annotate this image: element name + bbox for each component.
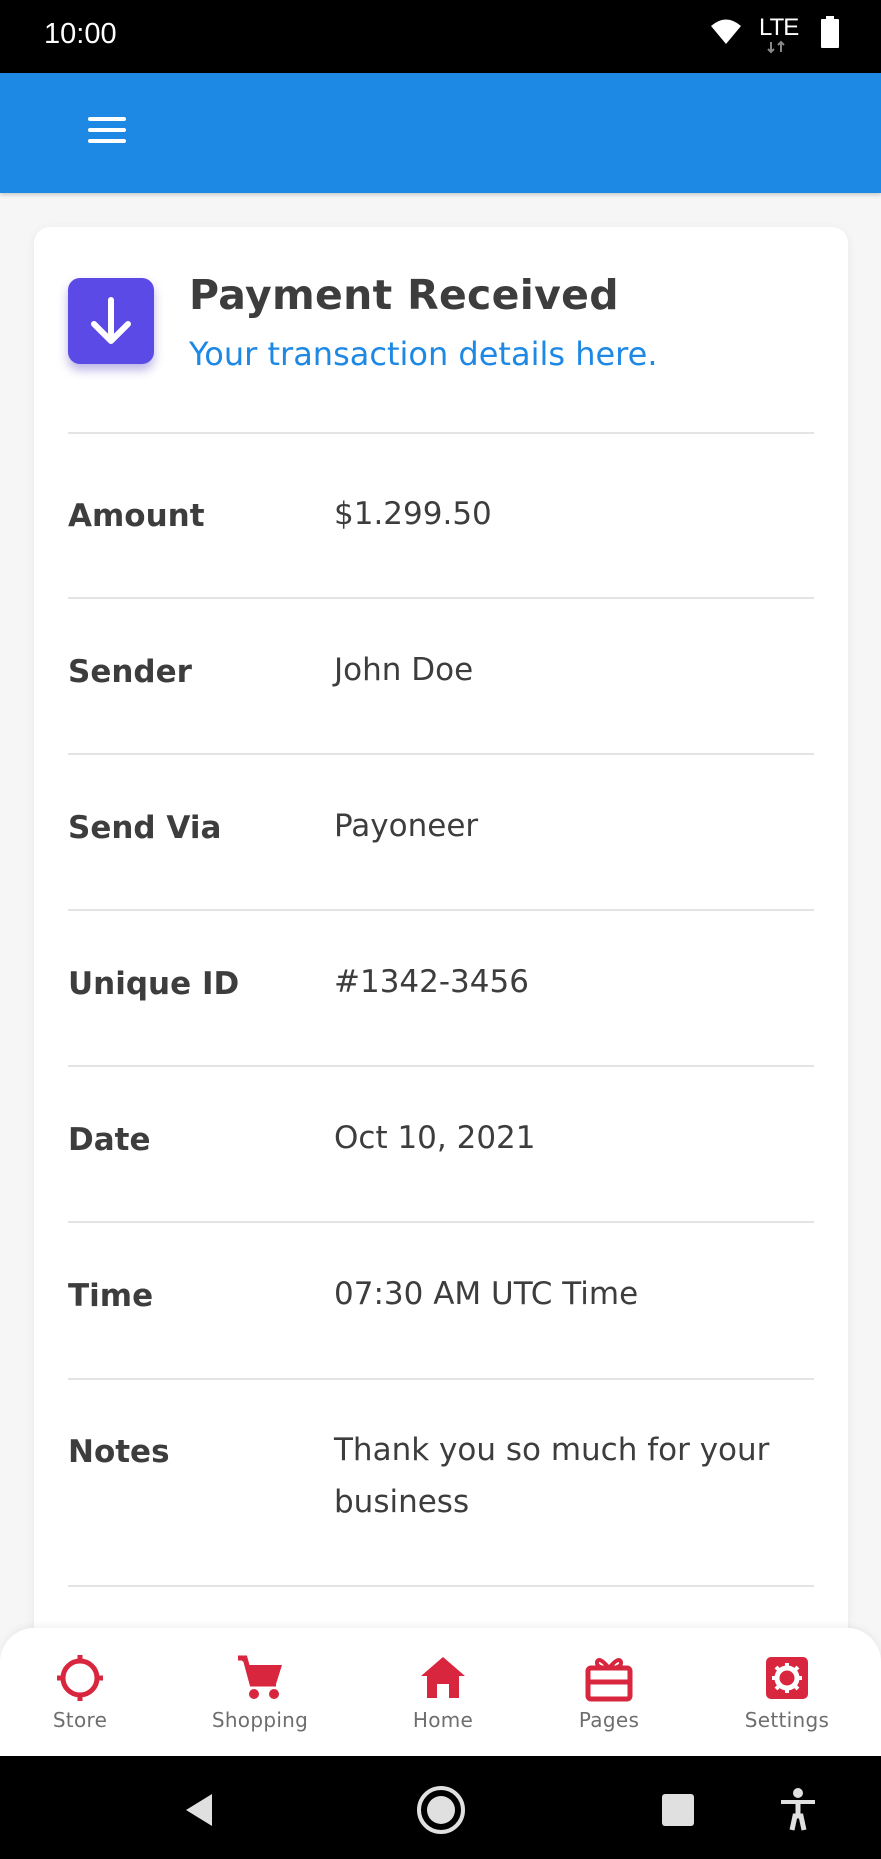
notes-value: Thank you so much for your business bbox=[334, 1432, 770, 1520]
divider bbox=[68, 1585, 814, 1587]
nav-label-store: Store bbox=[52, 1708, 108, 1732]
divider bbox=[68, 909, 814, 911]
send-via-value: Payoneer bbox=[334, 808, 479, 844]
lte-signal-icon: LTE bbox=[759, 14, 803, 58]
recents-icon[interactable] bbox=[648, 1782, 708, 1838]
accessibility-icon[interactable] bbox=[768, 1782, 828, 1838]
card-title: Payment Received bbox=[189, 271, 619, 319]
crosshair-icon bbox=[56, 1654, 104, 1702]
home-circle-icon[interactable] bbox=[411, 1782, 471, 1838]
nav-item-shopping[interactable]: Shopping bbox=[195, 1654, 325, 1750]
bottom-nav: Store Shopping Home Pages Settings bbox=[0, 1628, 881, 1756]
date-value: Oct 10, 2021 bbox=[334, 1120, 536, 1156]
status-icons: LTE bbox=[709, 14, 841, 58]
hamburger-menu-icon[interactable] bbox=[88, 113, 134, 153]
nav-label-pages: Pages bbox=[578, 1708, 640, 1732]
sender-label: Sender bbox=[68, 654, 192, 690]
status-time: 10:00 bbox=[44, 18, 117, 50]
nav-item-pages[interactable]: Pages bbox=[544, 1654, 674, 1750]
time-value: 07:30 AM UTC Time bbox=[334, 1276, 639, 1312]
divider bbox=[68, 753, 814, 755]
card-header: Payment Received Your transaction detail… bbox=[34, 227, 848, 434]
time-label: Time bbox=[68, 1278, 154, 1314]
date-label: Date bbox=[68, 1122, 151, 1158]
amount-value: $1.299.50 bbox=[334, 496, 492, 532]
send-via-label: Send Via bbox=[68, 810, 222, 846]
nav-label-shopping: Shopping bbox=[211, 1708, 309, 1732]
divider bbox=[68, 432, 814, 434]
gift-icon bbox=[585, 1654, 633, 1702]
nav-item-home[interactable]: Home bbox=[378, 1654, 508, 1750]
divider bbox=[68, 597, 814, 599]
back-icon[interactable] bbox=[170, 1782, 230, 1838]
nav-label-home: Home bbox=[412, 1708, 474, 1732]
settings-icon bbox=[763, 1654, 811, 1702]
sender-value: John Doe bbox=[334, 652, 474, 688]
battery-icon bbox=[819, 14, 841, 54]
amount-label: Amount bbox=[68, 498, 205, 534]
divider bbox=[68, 1221, 814, 1223]
arrow-down-icon bbox=[68, 278, 154, 364]
app-bar bbox=[0, 73, 881, 193]
notes-label: Notes bbox=[68, 1434, 170, 1470]
system-nav-bar bbox=[0, 1756, 881, 1859]
unique-id-label: Unique ID bbox=[68, 966, 240, 1002]
transaction-card: Payment Received Your transaction detail… bbox=[34, 227, 848, 1687]
home-icon bbox=[419, 1654, 467, 1702]
nav-item-store[interactable]: Store bbox=[15, 1654, 145, 1750]
divider bbox=[68, 1378, 814, 1380]
cart-icon bbox=[236, 1654, 284, 1702]
unique-id-value: #1342-3456 bbox=[334, 964, 529, 1000]
card-subtitle: Your transaction details here. bbox=[189, 335, 658, 373]
divider bbox=[68, 1065, 814, 1067]
nav-item-settings[interactable]: Settings bbox=[722, 1654, 852, 1750]
wifi-icon bbox=[709, 14, 743, 52]
status-bar: 10:00 LTE bbox=[0, 0, 881, 73]
nav-label-settings: Settings bbox=[744, 1708, 830, 1732]
